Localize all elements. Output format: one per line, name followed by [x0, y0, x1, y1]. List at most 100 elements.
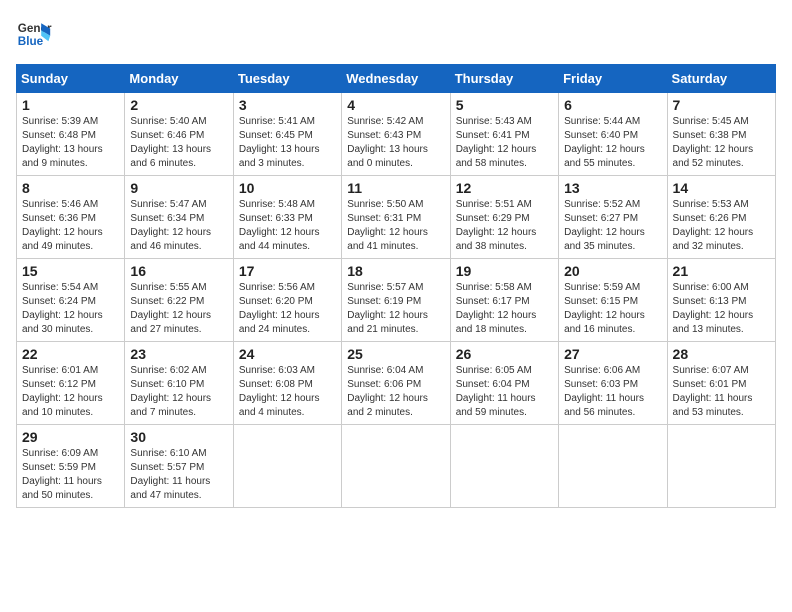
day-info: Sunrise: 5:44 AMSunset: 6:40 PMDaylight:…	[564, 115, 661, 171]
day-info: Sunrise: 6:00 AMSunset: 6:13 PMDaylight:…	[673, 281, 770, 337]
day-number: 20	[564, 263, 661, 279]
day-number: 7	[673, 97, 770, 113]
day-info: Sunrise: 5:59 AMSunset: 6:15 PMDaylight:…	[564, 281, 661, 337]
calendar-cell	[450, 425, 558, 508]
day-number: 14	[673, 180, 770, 196]
day-info: Sunrise: 5:58 AMSunset: 6:17 PMDaylight:…	[456, 281, 553, 337]
calendar-cell: 13 Sunrise: 5:52 AMSunset: 6:27 PMDaylig…	[559, 176, 667, 259]
calendar-cell: 14 Sunrise: 5:53 AMSunset: 6:26 PMDaylig…	[667, 176, 775, 259]
day-info: Sunrise: 5:46 AMSunset: 6:36 PMDaylight:…	[22, 198, 119, 254]
day-info: Sunrise: 6:05 AMSunset: 6:04 PMDaylight:…	[456, 364, 553, 420]
day-number: 22	[22, 346, 119, 362]
day-number: 29	[22, 429, 119, 445]
calendar-cell: 2 Sunrise: 5:40 AMSunset: 6:46 PMDayligh…	[125, 93, 233, 176]
day-number: 28	[673, 346, 770, 362]
calendar-cell: 23 Sunrise: 6:02 AMSunset: 6:10 PMDaylig…	[125, 342, 233, 425]
day-info: Sunrise: 5:47 AMSunset: 6:34 PMDaylight:…	[130, 198, 227, 254]
day-info: Sunrise: 5:39 AMSunset: 6:48 PMDaylight:…	[22, 115, 119, 171]
calendar-cell: 26 Sunrise: 6:05 AMSunset: 6:04 PMDaylig…	[450, 342, 558, 425]
calendar-week-5: 29 Sunrise: 6:09 AMSunset: 5:59 PMDaylig…	[17, 425, 776, 508]
day-info: Sunrise: 5:43 AMSunset: 6:41 PMDaylight:…	[456, 115, 553, 171]
calendar-cell: 30 Sunrise: 6:10 AMSunset: 5:57 PMDaylig…	[125, 425, 233, 508]
calendar-cell: 15 Sunrise: 5:54 AMSunset: 6:24 PMDaylig…	[17, 259, 125, 342]
weekday-header-saturday: Saturday	[667, 65, 775, 93]
calendar-cell: 16 Sunrise: 5:55 AMSunset: 6:22 PMDaylig…	[125, 259, 233, 342]
logo-icon: General Blue	[16, 16, 52, 52]
calendar-cell: 17 Sunrise: 5:56 AMSunset: 6:20 PMDaylig…	[233, 259, 341, 342]
calendar-cell: 24 Sunrise: 6:03 AMSunset: 6:08 PMDaylig…	[233, 342, 341, 425]
calendar-cell: 10 Sunrise: 5:48 AMSunset: 6:33 PMDaylig…	[233, 176, 341, 259]
day-info: Sunrise: 5:54 AMSunset: 6:24 PMDaylight:…	[22, 281, 119, 337]
calendar-week-4: 22 Sunrise: 6:01 AMSunset: 6:12 PMDaylig…	[17, 342, 776, 425]
calendar-cell: 21 Sunrise: 6:00 AMSunset: 6:13 PMDaylig…	[667, 259, 775, 342]
weekday-header-tuesday: Tuesday	[233, 65, 341, 93]
weekday-header-sunday: Sunday	[17, 65, 125, 93]
day-number: 4	[347, 97, 444, 113]
calendar-cell: 6 Sunrise: 5:44 AMSunset: 6:40 PMDayligh…	[559, 93, 667, 176]
day-number: 17	[239, 263, 336, 279]
weekday-header-wednesday: Wednesday	[342, 65, 450, 93]
calendar-cell: 29 Sunrise: 6:09 AMSunset: 5:59 PMDaylig…	[17, 425, 125, 508]
calendar-table: SundayMondayTuesdayWednesdayThursdayFrid…	[16, 64, 776, 508]
day-number: 6	[564, 97, 661, 113]
day-info: Sunrise: 6:01 AMSunset: 6:12 PMDaylight:…	[22, 364, 119, 420]
day-info: Sunrise: 5:57 AMSunset: 6:19 PMDaylight:…	[347, 281, 444, 337]
calendar-cell: 20 Sunrise: 5:59 AMSunset: 6:15 PMDaylig…	[559, 259, 667, 342]
day-number: 23	[130, 346, 227, 362]
day-number: 3	[239, 97, 336, 113]
calendar-cell: 25 Sunrise: 6:04 AMSunset: 6:06 PMDaylig…	[342, 342, 450, 425]
calendar-cell: 4 Sunrise: 5:42 AMSunset: 6:43 PMDayligh…	[342, 93, 450, 176]
calendar-cell: 9 Sunrise: 5:47 AMSunset: 6:34 PMDayligh…	[125, 176, 233, 259]
day-number: 26	[456, 346, 553, 362]
weekday-header-thursday: Thursday	[450, 65, 558, 93]
svg-text:Blue: Blue	[18, 35, 44, 48]
day-info: Sunrise: 5:45 AMSunset: 6:38 PMDaylight:…	[673, 115, 770, 171]
day-info: Sunrise: 6:10 AMSunset: 5:57 PMDaylight:…	[130, 447, 227, 503]
calendar-cell: 28 Sunrise: 6:07 AMSunset: 6:01 PMDaylig…	[667, 342, 775, 425]
calendar-week-1: 1 Sunrise: 5:39 AMSunset: 6:48 PMDayligh…	[17, 93, 776, 176]
day-number: 5	[456, 97, 553, 113]
calendar-cell: 7 Sunrise: 5:45 AMSunset: 6:38 PMDayligh…	[667, 93, 775, 176]
day-info: Sunrise: 5:50 AMSunset: 6:31 PMDaylight:…	[347, 198, 444, 254]
day-number: 30	[130, 429, 227, 445]
calendar-cell: 3 Sunrise: 5:41 AMSunset: 6:45 PMDayligh…	[233, 93, 341, 176]
day-number: 16	[130, 263, 227, 279]
day-info: Sunrise: 5:40 AMSunset: 6:46 PMDaylight:…	[130, 115, 227, 171]
calendar-cell: 11 Sunrise: 5:50 AMSunset: 6:31 PMDaylig…	[342, 176, 450, 259]
day-number: 21	[673, 263, 770, 279]
calendar-cell: 22 Sunrise: 6:01 AMSunset: 6:12 PMDaylig…	[17, 342, 125, 425]
day-info: Sunrise: 5:55 AMSunset: 6:22 PMDaylight:…	[130, 281, 227, 337]
day-info: Sunrise: 5:51 AMSunset: 6:29 PMDaylight:…	[456, 198, 553, 254]
calendar-cell: 5 Sunrise: 5:43 AMSunset: 6:41 PMDayligh…	[450, 93, 558, 176]
calendar-week-2: 8 Sunrise: 5:46 AMSunset: 6:36 PMDayligh…	[17, 176, 776, 259]
day-number: 12	[456, 180, 553, 196]
calendar-cell	[342, 425, 450, 508]
calendar-cell: 12 Sunrise: 5:51 AMSunset: 6:29 PMDaylig…	[450, 176, 558, 259]
calendar-cell: 18 Sunrise: 5:57 AMSunset: 6:19 PMDaylig…	[342, 259, 450, 342]
day-number: 13	[564, 180, 661, 196]
page-header: General Blue	[16, 16, 776, 52]
day-number: 19	[456, 263, 553, 279]
day-info: Sunrise: 5:42 AMSunset: 6:43 PMDaylight:…	[347, 115, 444, 171]
day-number: 9	[130, 180, 227, 196]
day-number: 11	[347, 180, 444, 196]
calendar-cell: 19 Sunrise: 5:58 AMSunset: 6:17 PMDaylig…	[450, 259, 558, 342]
weekday-header-row: SundayMondayTuesdayWednesdayThursdayFrid…	[17, 65, 776, 93]
day-number: 25	[347, 346, 444, 362]
day-number: 27	[564, 346, 661, 362]
calendar-cell: 8 Sunrise: 5:46 AMSunset: 6:36 PMDayligh…	[17, 176, 125, 259]
day-info: Sunrise: 5:53 AMSunset: 6:26 PMDaylight:…	[673, 198, 770, 254]
day-info: Sunrise: 5:52 AMSunset: 6:27 PMDaylight:…	[564, 198, 661, 254]
calendar-cell	[233, 425, 341, 508]
day-info: Sunrise: 5:48 AMSunset: 6:33 PMDaylight:…	[239, 198, 336, 254]
day-number: 15	[22, 263, 119, 279]
calendar-cell: 27 Sunrise: 6:06 AMSunset: 6:03 PMDaylig…	[559, 342, 667, 425]
day-number: 8	[22, 180, 119, 196]
weekday-header-monday: Monday	[125, 65, 233, 93]
day-number: 1	[22, 97, 119, 113]
calendar-week-3: 15 Sunrise: 5:54 AMSunset: 6:24 PMDaylig…	[17, 259, 776, 342]
calendar-cell	[559, 425, 667, 508]
calendar-cell	[667, 425, 775, 508]
day-info: Sunrise: 6:07 AMSunset: 6:01 PMDaylight:…	[673, 364, 770, 420]
day-info: Sunrise: 6:06 AMSunset: 6:03 PMDaylight:…	[564, 364, 661, 420]
